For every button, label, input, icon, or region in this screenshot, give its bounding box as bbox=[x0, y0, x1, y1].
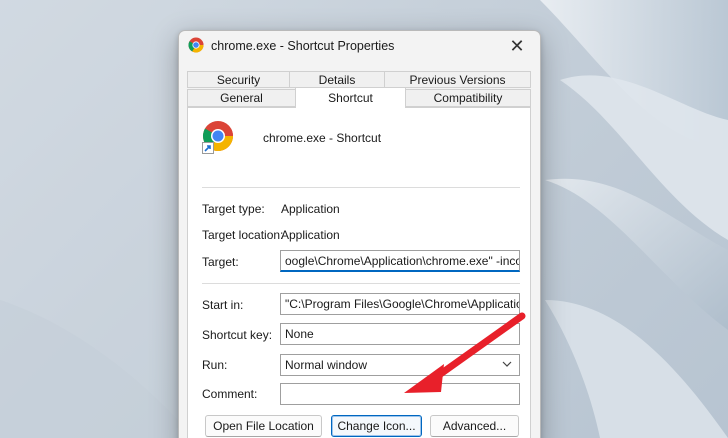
target-location-label: Target location: bbox=[202, 228, 284, 242]
tab-security[interactable]: Security bbox=[187, 71, 290, 88]
open-file-location-button[interactable]: Open File Location bbox=[205, 415, 322, 437]
target-value: oogle\Chrome\Application\chrome.exe" -in… bbox=[285, 254, 520, 268]
chrome-icon bbox=[188, 37, 204, 53]
close-icon: ✕ bbox=[509, 35, 525, 56]
shortcut-key-label: Shortcut key: bbox=[202, 328, 273, 342]
target-type-value: Application bbox=[281, 202, 340, 216]
title-bar[interactable]: chrome.exe - Shortcut Properties ✕ bbox=[179, 31, 540, 61]
start-in-input[interactable]: "C:\Program Files\Google\Chrome\Applicat… bbox=[280, 293, 520, 315]
advanced-button[interactable]: Advanced... bbox=[430, 415, 519, 437]
change-icon-button[interactable]: Change Icon... bbox=[331, 415, 422, 437]
comment-label: Comment: bbox=[202, 387, 258, 401]
target-label: Target: bbox=[202, 255, 239, 269]
divider bbox=[202, 187, 520, 188]
tab-shortcut[interactable]: Shortcut bbox=[295, 87, 406, 108]
shortcut-name: chrome.exe - Shortcut bbox=[263, 131, 382, 145]
start-in-label: Start in: bbox=[202, 298, 244, 312]
divider bbox=[202, 283, 520, 284]
target-location-value: Application bbox=[281, 228, 340, 242]
shortcut-panel: chrome.exe - Shortcut Target type: Appli… bbox=[187, 107, 531, 438]
shortcut-arrow-icon bbox=[202, 142, 214, 154]
comment-input[interactable] bbox=[280, 383, 520, 405]
run-select[interactable]: Normal window bbox=[280, 354, 520, 376]
target-type-label: Target type: bbox=[202, 202, 265, 216]
tab-previous-versions[interactable]: Previous Versions bbox=[384, 71, 531, 88]
shortcut-key-input[interactable]: None bbox=[280, 323, 520, 345]
chevron-down-icon bbox=[502, 361, 512, 367]
properties-window: chrome.exe - Shortcut Properties ✕ Secur… bbox=[178, 30, 541, 438]
run-value: Normal window bbox=[285, 358, 368, 372]
shortcut-key-value: None bbox=[285, 327, 314, 341]
desktop-background: chrome.exe - Shortcut Properties ✕ Secur… bbox=[0, 0, 728, 438]
tab-details[interactable]: Details bbox=[289, 71, 385, 88]
target-input[interactable]: oogle\Chrome\Application\chrome.exe" -in… bbox=[280, 250, 520, 272]
tab-general[interactable]: General bbox=[187, 89, 296, 107]
close-button[interactable]: ✕ bbox=[494, 31, 540, 61]
run-label: Run: bbox=[202, 358, 228, 372]
tab-compatibility[interactable]: Compatibility bbox=[405, 89, 531, 107]
start-in-value: "C:\Program Files\Google\Chrome\Applicat… bbox=[285, 297, 520, 311]
window-title: chrome.exe - Shortcut Properties bbox=[211, 39, 395, 53]
